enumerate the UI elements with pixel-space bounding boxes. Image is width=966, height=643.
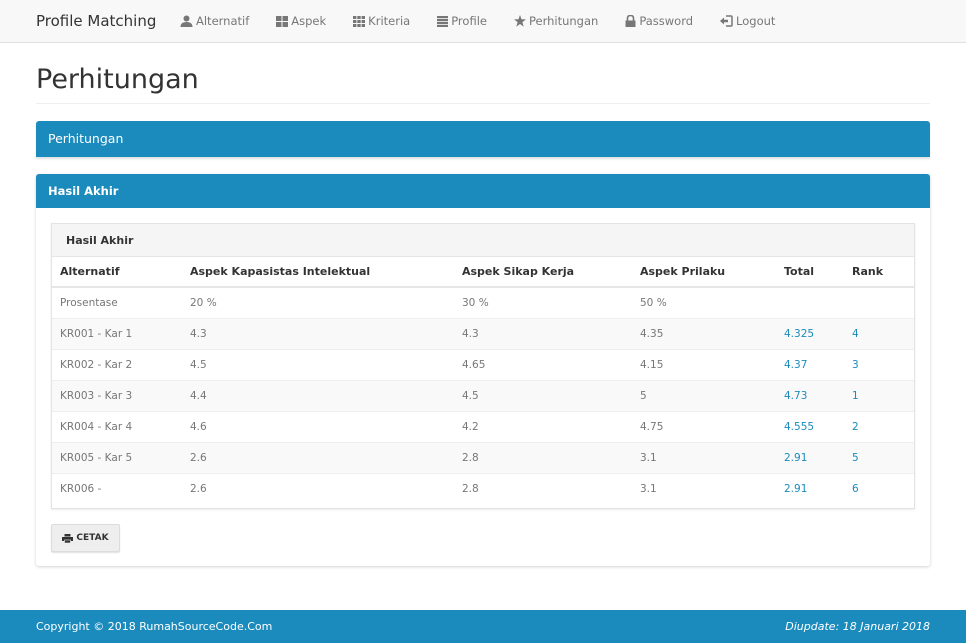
cell-total[interactable]: 4.73 bbox=[776, 379, 844, 411]
col-header-sikap: Aspek Sikap Kerja bbox=[454, 257, 632, 288]
nav-item-label: Kriteria bbox=[368, 14, 411, 28]
result-table-box: Hasil Akhir Alternatif Aspek Kapasistas … bbox=[51, 223, 915, 509]
cell-total[interactable]: 4.555 bbox=[776, 410, 844, 442]
page-title: Perhitungan bbox=[36, 64, 199, 95]
nav-item-perhitungan[interactable]: Perhitungan bbox=[513, 14, 599, 28]
cell-alternatif: KR001 - Kar 1 bbox=[52, 317, 182, 349]
nav-item-label: Alternatif bbox=[196, 14, 250, 28]
col-header-total: Total bbox=[776, 257, 844, 288]
cell-kapasitas: 2.6 bbox=[182, 472, 454, 504]
col-header-rank: Rank bbox=[844, 257, 914, 288]
cell-kapasitas: 4.4 bbox=[182, 379, 454, 411]
top-navbar: Profile Matching Alternatif Aspek Kriter… bbox=[0, 0, 966, 43]
nav-item-alternatif[interactable]: Alternatif bbox=[180, 14, 249, 28]
cell-prilaku: 5 bbox=[632, 379, 776, 411]
nav-item-label: Aspek bbox=[291, 14, 327, 28]
cell-prilaku: 4.75 bbox=[632, 410, 776, 442]
title-divider bbox=[36, 103, 930, 104]
cell-total[interactable]: 2.91 bbox=[776, 472, 844, 504]
nav-item-label: Profile bbox=[451, 14, 487, 28]
result-table: Alternatif Aspek Kapasistas Intelektual … bbox=[52, 257, 914, 504]
cell-rank[interactable]: 5 bbox=[844, 441, 914, 473]
footer-copyright: Copyright © 2018 RumahSourceCode.Com bbox=[36, 620, 273, 633]
cell-rank[interactable]: 6 bbox=[844, 472, 914, 504]
result-panel-header: Hasil Akhir bbox=[36, 174, 930, 208]
th-large-icon bbox=[276, 15, 289, 27]
result-table-title: Hasil Akhir bbox=[52, 224, 914, 257]
print-icon bbox=[62, 533, 74, 543]
cell-rank[interactable]: 2 bbox=[844, 410, 914, 442]
cell-alternatif: KR005 - Kar 5 bbox=[52, 441, 182, 473]
cell-prilaku: 50 % bbox=[632, 286, 776, 318]
col-header-kapasitas: Aspek Kapasistas Intelektual bbox=[182, 257, 454, 288]
cell-total[interactable]: 4.325 bbox=[776, 317, 844, 349]
cell-sikap: 2.8 bbox=[454, 441, 632, 473]
nav-item-logout[interactable]: Logout bbox=[720, 14, 775, 28]
nav-item-aspek[interactable]: Aspek bbox=[276, 14, 326, 28]
cell-rank[interactable]: 3 bbox=[844, 348, 914, 380]
table-row: KR001 - Kar 1 4.3 4.3 4.35 4.325 4 bbox=[52, 317, 914, 349]
cell-rank[interactable]: 4 bbox=[844, 317, 914, 349]
cell-alternatif: KR006 - bbox=[52, 472, 182, 504]
cell-kapasitas: 4.5 bbox=[182, 348, 454, 380]
cell-sikap: 30 % bbox=[454, 286, 632, 318]
cell-sikap: 4.2 bbox=[454, 410, 632, 442]
cell-alternatif: Prosentase bbox=[52, 286, 182, 318]
table-row: KR005 - Kar 5 2.6 2.8 3.1 2.91 5 bbox=[52, 441, 914, 473]
cell-kapasitas: 4.3 bbox=[182, 317, 454, 349]
perhitungan-panel-title: Perhitungan bbox=[48, 131, 124, 146]
logout-icon bbox=[720, 15, 733, 27]
cell-prilaku: 3.1 bbox=[632, 441, 776, 473]
th-icon bbox=[353, 15, 366, 27]
print-button[interactable]: CETAK bbox=[51, 524, 120, 552]
result-panel: Hasil Akhir Hasil Akhir Alternatif Aspek… bbox=[36, 174, 930, 566]
user-icon bbox=[180, 15, 193, 27]
cell-prilaku: 4.35 bbox=[632, 317, 776, 349]
list-icon bbox=[437, 15, 449, 27]
cell-alternatif: KR004 - Kar 4 bbox=[52, 410, 182, 442]
cell-total[interactable]: 4.37 bbox=[776, 348, 844, 380]
result-panel-title: Hasil Akhir bbox=[48, 184, 119, 198]
cell-sikap: 4.65 bbox=[454, 348, 632, 380]
nav-item-kriteria[interactable]: Kriteria bbox=[353, 14, 410, 28]
cell-sikap: 4.5 bbox=[454, 379, 632, 411]
cell-kapasitas: 20 % bbox=[182, 286, 454, 318]
cell-prilaku: 3.1 bbox=[632, 472, 776, 504]
col-header-prilaku: Aspek Prilaku bbox=[632, 257, 776, 288]
cell-sikap: 4.3 bbox=[454, 317, 632, 349]
nav-item-label: Perhitungan bbox=[528, 14, 599, 28]
cell-rank bbox=[844, 286, 914, 318]
cell-prilaku: 4.15 bbox=[632, 348, 776, 380]
table-row: KR006 - 2.6 2.8 3.1 2.91 6 bbox=[52, 472, 914, 504]
cell-alternatif: KR003 - Kar 3 bbox=[52, 379, 182, 411]
cell-kapasitas: 4.6 bbox=[182, 410, 454, 442]
footer-updated: Diupdate: 18 Januari 2018 bbox=[785, 620, 930, 633]
table-row: KR002 - Kar 2 4.5 4.65 4.15 4.37 3 bbox=[52, 348, 914, 380]
brand-link[interactable]: Profile Matching bbox=[36, 12, 156, 30]
perhitungan-panel: Perhitungan bbox=[36, 121, 930, 157]
cell-sikap: 2.8 bbox=[454, 472, 632, 504]
nav-item-label: Logout bbox=[736, 14, 776, 28]
nav-item-profile[interactable]: Profile bbox=[437, 14, 487, 28]
print-button-label: CETAK bbox=[76, 533, 109, 543]
nav-item-password[interactable]: Password bbox=[625, 14, 693, 28]
nav-item-label: Password bbox=[639, 14, 694, 28]
footer: Copyright © 2018 RumahSourceCode.Com Diu… bbox=[0, 610, 966, 643]
table-header-row: Alternatif Aspek Kapasistas Intelektual … bbox=[52, 257, 914, 288]
col-header-alternatif: Alternatif bbox=[52, 257, 182, 288]
table-row: KR004 - Kar 4 4.6 4.2 4.75 4.555 2 bbox=[52, 410, 914, 442]
table-row: Prosentase 20 % 30 % 50 % bbox=[52, 286, 914, 318]
cell-rank[interactable]: 1 bbox=[844, 379, 914, 411]
star-icon bbox=[513, 15, 526, 27]
cell-total[interactable]: 2.91 bbox=[776, 441, 844, 473]
cell-alternatif: KR002 - Kar 2 bbox=[52, 348, 182, 380]
table-row: KR003 - Kar 3 4.4 4.5 5 4.73 1 bbox=[52, 379, 914, 411]
nav-menu: Alternatif Aspek Kriteria Profile Perhit… bbox=[180, 0, 802, 42]
cell-kapasitas: 2.6 bbox=[182, 441, 454, 473]
lock-icon bbox=[625, 15, 636, 27]
cell-total bbox=[776, 286, 844, 318]
